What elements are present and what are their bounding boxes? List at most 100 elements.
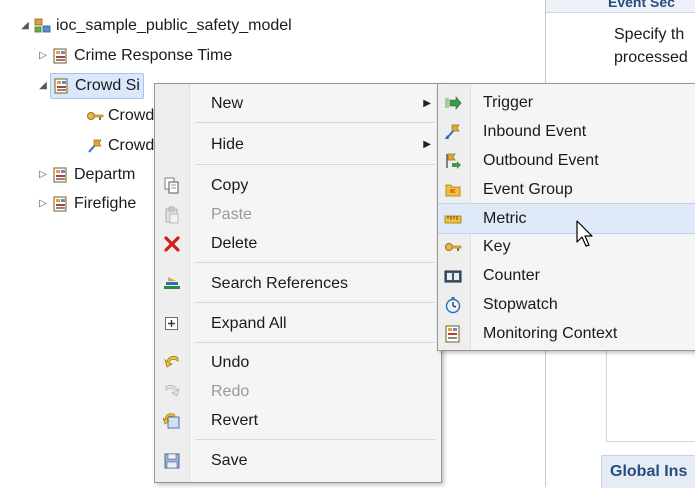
tree-item-label: Crowd Si (75, 77, 140, 94)
menu-item-label: Delete (211, 235, 258, 252)
key-icon (445, 243, 462, 251)
menu-item-delete[interactable]: Delete (155, 229, 441, 258)
section-header: Event Sec (546, 0, 695, 13)
submenu-item-trigger[interactable]: Trigger (438, 88, 695, 117)
monitoring-context-icon (53, 196, 67, 212)
menu-item-expand-all[interactable]: Expand All (155, 309, 441, 338)
tree-item-crime-response-time[interactable]: ▷ Crime Response Time (36, 44, 232, 68)
monitoring-context-icon (445, 325, 460, 343)
counter-icon (444, 270, 462, 283)
menu-item-undo[interactable]: Undo (155, 348, 441, 377)
menu-item-label: Paste (211, 206, 252, 223)
paste-icon (165, 206, 179, 224)
submenu-arrow-icon: ▶ (423, 139, 431, 150)
tree-item-firefighter[interactable]: ▷ Firefighe (36, 192, 136, 216)
collapse-icon[interactable]: ◢ (36, 74, 50, 98)
tree-item-label: Crowd (108, 107, 155, 124)
submenu-item-monitoring-context[interactable]: Monitoring Context (438, 319, 695, 348)
menu-item-label: Counter (483, 267, 540, 284)
menu-separator (195, 262, 435, 263)
section-title: Global Ins (610, 463, 688, 480)
key-icon (87, 112, 104, 120)
menu-item-revert[interactable]: Revert (155, 406, 441, 435)
menu-item-label: Expand All (211, 315, 287, 332)
tree-item-department[interactable]: ▷ Departm (36, 163, 135, 187)
undo-icon (164, 355, 179, 368)
section-description-line: Specify th (614, 26, 685, 43)
menu-item-label: Redo (211, 383, 250, 400)
mouse-cursor-icon (576, 220, 593, 247)
menu-item-save[interactable]: Save (155, 446, 441, 475)
menu-separator (195, 342, 435, 343)
project-icon (34, 18, 51, 33)
section-title: Event Sec (608, 0, 675, 10)
menu-item-label: Key (483, 238, 511, 255)
tree-item-label: Firefighe (74, 195, 137, 212)
menu-item-label: Monitoring Context (483, 325, 618, 342)
inbound-event-icon (445, 124, 460, 139)
menu-item-label: Search References (211, 275, 348, 292)
expand-icon[interactable]: ▷ (36, 44, 50, 68)
submenu-item-inbound-event[interactable]: Inbound Event (438, 117, 695, 146)
menu-separator (195, 439, 435, 440)
collapse-icon[interactable]: ◢ (18, 14, 32, 38)
metric-ruler-icon (444, 215, 462, 224)
expand-all-icon (165, 317, 178, 330)
menu-item-label: Hide (211, 136, 244, 153)
outbound-event-icon (446, 153, 461, 169)
expand-icon[interactable]: ▷ (36, 192, 50, 216)
submenu-item-outbound-event[interactable]: Outbound Event (438, 146, 695, 175)
tree-item-root[interactable]: ◢ ioc_sample_public_safety_model (18, 14, 292, 38)
save-icon (164, 453, 180, 469)
menu-item-label: Trigger (483, 94, 534, 111)
submenu-item-stopwatch[interactable]: Stopwatch (438, 290, 695, 319)
submenu-item-metric[interactable]: Metric (438, 203, 695, 234)
menu-item-label: Event Group (483, 181, 573, 198)
menu-item-search-references[interactable]: Search References (155, 269, 441, 298)
tree-item-crowd-key[interactable]: Crowd (84, 104, 154, 128)
stopwatch-icon (445, 297, 461, 314)
tree-item-label: Departm (74, 166, 136, 183)
menu-item-label: Inbound Event (483, 123, 587, 140)
menu-item-copy[interactable]: Copy (155, 171, 441, 200)
event-icon (88, 139, 102, 153)
search-references-icon (164, 277, 180, 289)
submenu-item-key[interactable]: Key (438, 232, 695, 261)
menu-item-label: Revert (211, 412, 259, 429)
redo-icon (165, 384, 180, 397)
menu-item-label: Copy (211, 177, 249, 194)
menu-separator (195, 164, 435, 165)
new-submenu: Trigger Inbound Event Outbound Event Eve… (437, 83, 695, 351)
monitoring-context-icon (53, 48, 67, 64)
tree-item-crowd-size[interactable]: ◢ Crowd Si (36, 73, 144, 99)
submenu-arrow-icon: ▶ (423, 98, 431, 109)
menu-item-label: Save (211, 452, 248, 469)
context-menu: New ▶ Hide ▶ Copy Paste Delete Search Re… (154, 83, 442, 483)
submenu-item-event-group[interactable]: Event Group (438, 175, 695, 204)
menu-item-hide[interactable]: Hide ▶ (155, 130, 441, 159)
tree-item-label: Crowd (108, 137, 155, 154)
menu-separator (195, 302, 435, 303)
monitoring-context-icon (54, 78, 68, 94)
tree-item-crowd-event[interactable]: Crowd (84, 134, 154, 158)
monitoring-context-icon (53, 167, 67, 183)
menu-item-redo[interactable]: Redo (155, 377, 441, 406)
menu-item-label: Stopwatch (483, 296, 558, 313)
menu-item-label: Metric (483, 210, 527, 227)
tree-item-label: Crime Response Time (74, 47, 233, 64)
menu-item-label: New (211, 95, 244, 112)
delete-x-icon (164, 236, 180, 252)
submenu-item-counter[interactable]: Counter (438, 261, 695, 290)
tree-item-label: ioc_sample_public_safety_model (56, 17, 292, 34)
menu-item-new[interactable]: New ▶ (155, 89, 441, 118)
copy-icon (164, 177, 179, 194)
menu-item-paste[interactable]: Paste (155, 200, 441, 229)
revert-icon (163, 413, 180, 429)
section-description-line: processed (614, 49, 688, 66)
menu-item-label: Undo (211, 354, 250, 371)
menu-item-label: Outbound Event (483, 152, 599, 169)
expand-icon[interactable]: ▷ (36, 163, 50, 187)
section-header[interactable]: Global Ins (601, 455, 695, 488)
selected-tree-node[interactable]: Crowd Si (50, 73, 144, 99)
menu-separator (195, 122, 435, 123)
